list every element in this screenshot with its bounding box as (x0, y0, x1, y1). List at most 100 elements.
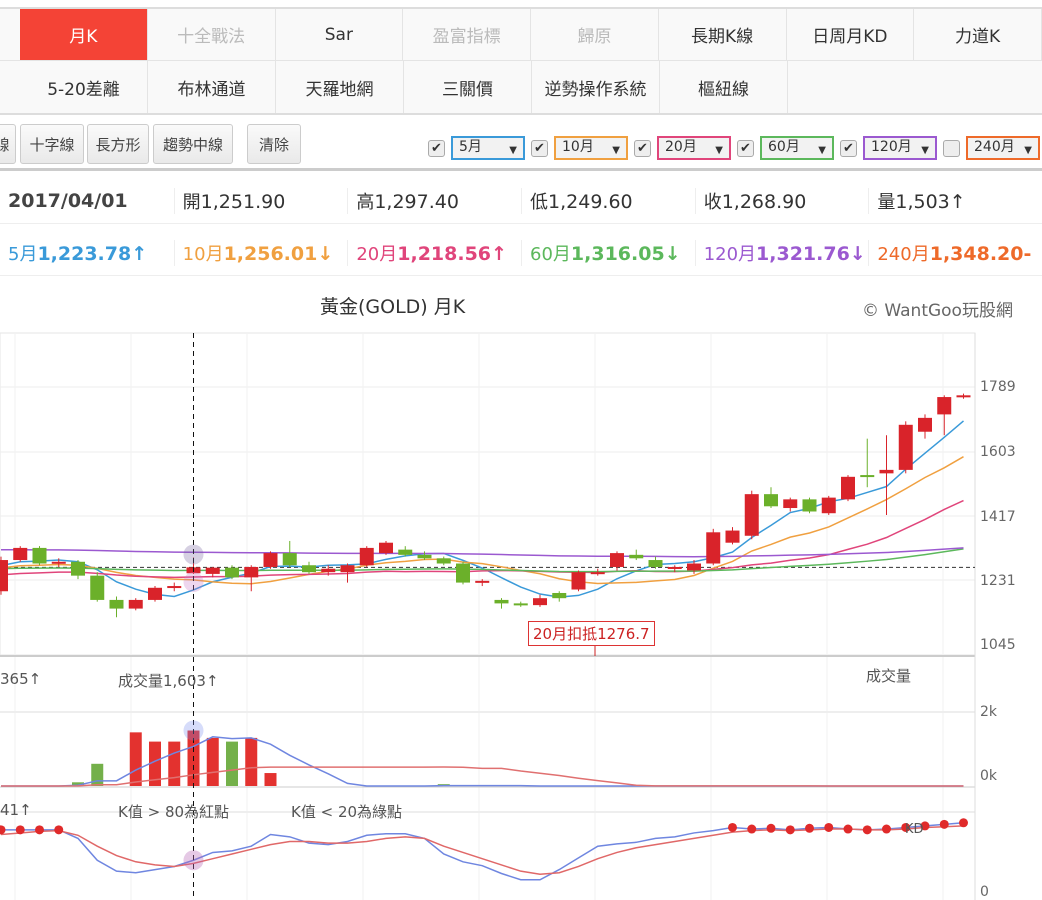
candle-body (725, 530, 740, 543)
candle-body (937, 397, 952, 415)
candle-body (552, 592, 567, 599)
candle-body (802, 499, 817, 512)
crosshair-marker (183, 544, 204, 565)
volume-bar (264, 773, 277, 786)
candle-body (321, 568, 336, 573)
candle-body (436, 558, 451, 564)
k-line (1, 822, 964, 881)
k-overbought-dot (843, 824, 853, 834)
volume-bar (226, 741, 238, 786)
volume-title: 成交量 (866, 667, 912, 685)
candle-body (263, 553, 278, 567)
candle-body (13, 547, 28, 561)
candle-body (475, 580, 490, 583)
candle-body (513, 603, 528, 606)
candle-body (667, 566, 682, 569)
candle-body (956, 395, 971, 398)
k-overbought-dot (862, 825, 872, 835)
price-tick: 1045 (980, 637, 1016, 653)
candle-body (90, 575, 105, 600)
k-overbought-dot (824, 822, 834, 832)
k-overbought-dot (0, 825, 6, 835)
candle-body (148, 587, 162, 600)
candle-body (841, 476, 855, 500)
price-tick: 1417 (980, 509, 1016, 525)
candle-body (687, 563, 701, 571)
price-chart[interactable] (0, 0, 1042, 900)
volume-bar (206, 737, 219, 786)
candle-body (783, 499, 798, 509)
price-tick: 1789 (980, 379, 1016, 395)
candle-body (494, 599, 509, 604)
candle-body (879, 469, 894, 474)
kd-red-note: K值 > 80為紅點 (118, 803, 230, 821)
price-tick: 1231 (980, 573, 1016, 589)
k-overbought-dot (728, 822, 737, 832)
candle-body (744, 494, 759, 536)
k-overbought-dot (35, 825, 44, 835)
kd-tick: 0 (980, 884, 989, 900)
candle-body (764, 494, 778, 507)
k-overbought-dot (766, 823, 776, 833)
candle-body (32, 547, 47, 564)
candle-body (302, 565, 316, 573)
volume-ma20-line (1, 766, 964, 787)
volume-label: 成交量1,603↑ (118, 672, 219, 690)
k-overbought-dot (747, 824, 757, 834)
k-overbought-dot (805, 823, 814, 833)
candle-body (590, 572, 605, 575)
prev-volume-label: 365↑ (0, 670, 42, 688)
k-overbought-dot (54, 825, 64, 835)
candle-body (860, 475, 875, 478)
candle-body (706, 532, 721, 564)
candle-body (629, 554, 644, 559)
candle-body (610, 553, 624, 567)
crosshair-marker (183, 572, 204, 593)
prev-kd-label: 41↑ (0, 801, 32, 819)
candle-body (225, 567, 239, 578)
candle-body (456, 563, 470, 583)
price-panel (0, 332, 976, 656)
k-overbought-dot (939, 819, 949, 829)
candle-body (648, 560, 663, 567)
crosshair-marker (183, 850, 204, 871)
candle-body (282, 553, 297, 566)
volume-bar (91, 763, 104, 786)
k-overbought-dot (15, 825, 25, 835)
candle-body (340, 565, 355, 573)
ma20-line (0, 499, 964, 579)
candle-body (71, 561, 85, 576)
kd-tag: KD (905, 822, 924, 837)
candle-body (398, 549, 413, 555)
deduction-callout: 20月扣抵1276.7 (528, 621, 655, 646)
k-overbought-dot (959, 818, 968, 828)
d-line (0, 825, 964, 876)
candle-body (0, 560, 8, 592)
candle-body (128, 599, 143, 609)
candle-body (109, 599, 124, 609)
candle-body (417, 554, 432, 559)
candle-body (898, 424, 913, 470)
candle-body (51, 561, 66, 564)
candle-body (533, 598, 547, 606)
crosshair-marker (183, 720, 204, 741)
candle-body (821, 497, 836, 514)
volume-tick: 2k (980, 704, 998, 720)
volume-tick: 0k (980, 768, 998, 784)
candle-body (205, 567, 220, 574)
price-tick: 1603 (980, 444, 1016, 460)
volume-bar (168, 741, 181, 786)
k-overbought-dot (882, 824, 891, 834)
candle-body (379, 542, 393, 554)
kd-green-note: K值 < 20為綠點 (291, 803, 403, 821)
ma120-line (0, 547, 964, 558)
volume-bar (129, 732, 142, 786)
candle-body (167, 586, 182, 589)
candle-body (359, 547, 374, 566)
k-overbought-dot (785, 825, 795, 835)
candle-body (244, 566, 259, 578)
candle-body (571, 572, 586, 590)
volume-ma5-line (1, 736, 964, 787)
candle-body (918, 417, 932, 432)
volume-bar (245, 737, 258, 786)
